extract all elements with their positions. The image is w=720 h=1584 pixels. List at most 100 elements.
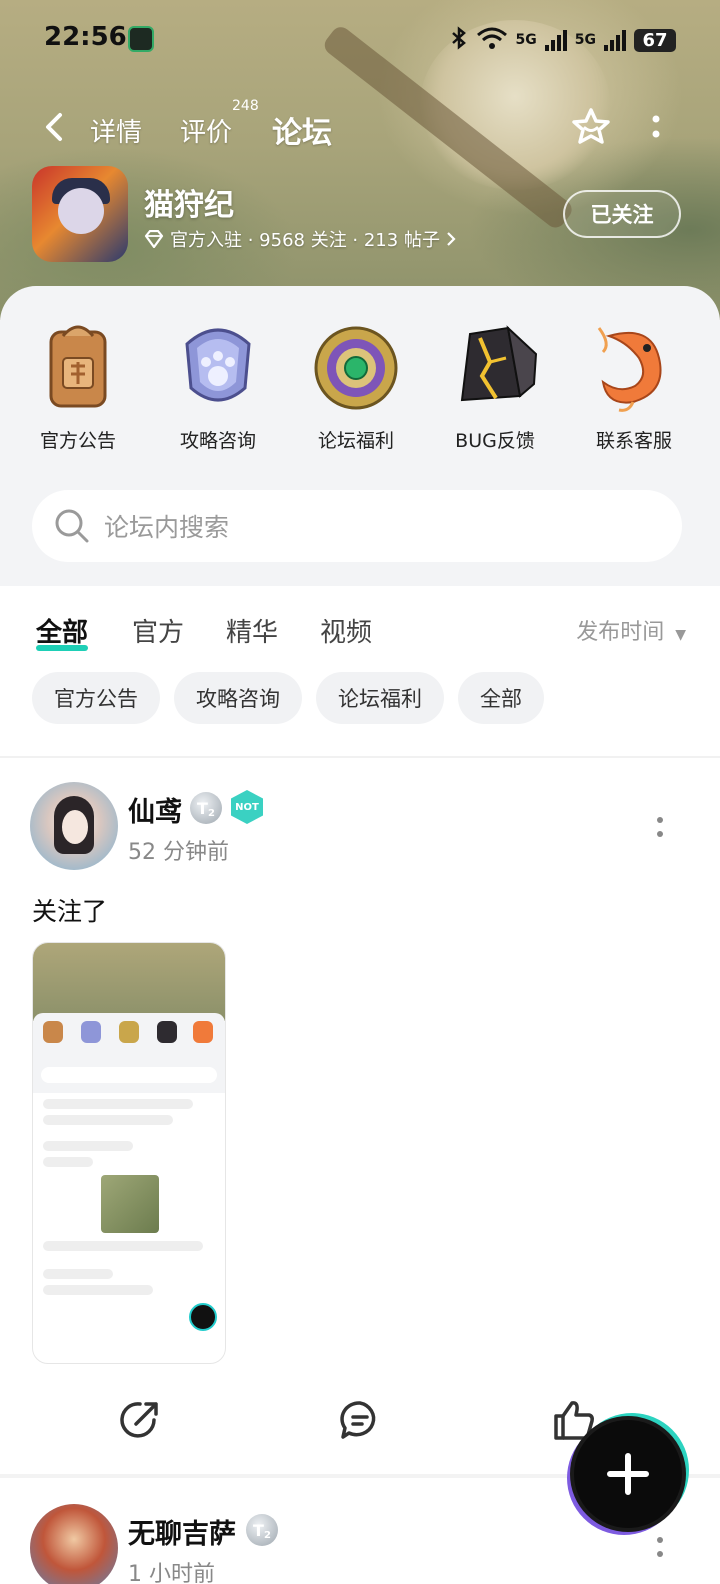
- more-vertical-icon: [657, 817, 663, 837]
- game-app-icon[interactable]: [32, 166, 128, 262]
- thumbnail-content: [33, 943, 225, 1021]
- topic-chips: 官方公告 攻略咨询 论坛福利 全部: [32, 672, 544, 724]
- caret-down-icon: ▼: [675, 627, 686, 643]
- level-letter: T: [197, 798, 208, 818]
- post-time: 52 分钟前: [128, 840, 229, 865]
- divider: [0, 756, 720, 758]
- back-button[interactable]: [40, 112, 70, 142]
- seal-icon: [33, 318, 123, 414]
- paw-badge-icon: [173, 318, 263, 414]
- search-icon: [55, 509, 89, 543]
- thumbnail-content: [43, 1269, 113, 1279]
- tab-details[interactable]: 详情: [90, 112, 142, 149]
- sort-label: 发布时间: [576, 620, 665, 645]
- forum-search-input[interactable]: 论坛内搜索: [32, 490, 682, 562]
- filter-tab-official[interactable]: 官方: [132, 612, 184, 649]
- bluetooth-icon: [450, 26, 468, 54]
- game-meta-text: 官方入驻 · 9568 关注 · 213 帖子: [170, 230, 440, 251]
- category-guide-consult[interactable]: 攻略咨询: [158, 318, 278, 453]
- chevron-left-icon: [46, 113, 62, 141]
- chip-forum-benefits[interactable]: 论坛福利: [316, 672, 444, 724]
- game-title: 猫狩纪: [144, 188, 234, 223]
- signal-icon: [544, 29, 567, 51]
- user-level-badge: T2: [246, 1514, 278, 1546]
- share-icon: [120, 1402, 158, 1438]
- thumbnail-content: [43, 1157, 93, 1167]
- comment-button[interactable]: [338, 1398, 382, 1442]
- thumbnail-content: [43, 1241, 203, 1251]
- category-official-announcements[interactable]: 官方公告: [18, 318, 138, 453]
- category-forum-benefits[interactable]: 论坛福利: [296, 318, 416, 453]
- level-letter: T: [253, 1520, 264, 1540]
- post-time: 1 小时前: [128, 1562, 215, 1584]
- network-label-2: 5G: [574, 32, 596, 48]
- filter-tab-featured[interactable]: 精华: [226, 612, 278, 649]
- comment-icon: [340, 1401, 376, 1439]
- game-icon-art: [58, 188, 104, 234]
- tab-forum[interactable]: 论坛: [268, 108, 336, 152]
- wifi-icon: [476, 26, 508, 54]
- battery-indicator: 67: [634, 28, 676, 52]
- category-bug-report[interactable]: BUG反馈: [435, 318, 555, 453]
- filter-tab-all[interactable]: 全部: [36, 612, 89, 651]
- star-icon: [572, 108, 610, 144]
- category-label: BUG反馈: [455, 430, 535, 452]
- favorite-button[interactable]: [570, 106, 612, 148]
- chevron-right-icon: [447, 232, 456, 246]
- user-level-badge: T2: [190, 792, 222, 824]
- post-author[interactable]: 无聊吉萨: [128, 1512, 236, 1551]
- post-more-button[interactable]: [654, 814, 666, 842]
- plus-icon: [607, 1453, 649, 1495]
- thumbnail-content: [33, 1013, 225, 1093]
- category-contact-support[interactable]: 联系客服: [574, 318, 694, 453]
- network-label-1: 5G: [515, 32, 537, 48]
- avatar[interactable]: [30, 782, 118, 870]
- thumbnail-content: [189, 1303, 217, 1331]
- thumbnail-content: [43, 1115, 173, 1125]
- sort-dropdown[interactable]: 发布时间 ▼: [576, 614, 686, 646]
- game-meta[interactable]: 官方入驻 · 9568 关注 · 213 帖子: [144, 226, 456, 252]
- post-text: 关注了: [32, 897, 108, 926]
- level-number: 2: [207, 807, 215, 819]
- thumbnail-content: [43, 1099, 193, 1109]
- post-card[interactable]: 仙鸢 T2 NOT 52 分钟前 关注了: [0, 760, 720, 1480]
- category-label: 论坛福利: [317, 430, 394, 452]
- search-placeholder: 论坛内搜索: [104, 513, 230, 542]
- tab-forum-label: 论坛: [272, 116, 332, 151]
- tab-reviews[interactable]: 评价: [180, 112, 232, 149]
- create-post-button[interactable]: [574, 1420, 682, 1528]
- avatar-art: [62, 810, 88, 844]
- chip-guide-consult[interactable]: 攻略咨询: [174, 672, 302, 724]
- more-options-button[interactable]: [648, 112, 664, 142]
- top-nav: 详情 评价 248 论坛: [0, 98, 720, 158]
- category-label: 联系客服: [595, 430, 672, 452]
- reviews-count-badge: 248: [232, 98, 259, 114]
- koi-fish-icon: [589, 318, 679, 414]
- level-number: 2: [263, 1529, 271, 1541]
- more-vertical-icon: [657, 1537, 663, 1557]
- category-label: 官方公告: [39, 430, 116, 452]
- jade-medallion-icon: [311, 318, 401, 414]
- follow-button[interactable]: 已关注: [563, 190, 681, 238]
- hot-badge-icon: NOT: [231, 790, 263, 824]
- status-time: 22:56: [44, 22, 127, 52]
- thumbnail-content: [101, 1175, 159, 1233]
- forum-panel: 官方公告 攻略咨询 论坛福利 BUG反馈 联系客服 论坛内搜索: [0, 286, 720, 586]
- post-author[interactable]: 仙鸢: [128, 790, 182, 829]
- notification-app-icon: [128, 26, 154, 52]
- share-button[interactable]: [118, 1398, 162, 1442]
- chip-official-announcements[interactable]: 官方公告: [32, 672, 160, 724]
- filter-tab-label: 全部: [36, 618, 89, 648]
- dark-crystal-icon: [450, 318, 540, 414]
- avatar[interactable]: [30, 1504, 118, 1584]
- post-image-thumbnail[interactable]: [32, 942, 226, 1364]
- chip-all[interactable]: 全部: [458, 672, 544, 724]
- status-bar: 22:56 5G 5G 67: [0, 0, 720, 80]
- category-label: 攻略咨询: [179, 430, 256, 452]
- thumbnail-content: [43, 1141, 133, 1151]
- category-shortcuts: 官方公告 攻略咨询 论坛福利 BUG反馈 联系客服: [0, 308, 720, 468]
- post-more-button[interactable]: [654, 1534, 666, 1562]
- more-vertical-icon: [652, 115, 660, 138]
- filter-tab-video[interactable]: 视频: [320, 612, 372, 649]
- thumbnail-content: [43, 1285, 153, 1295]
